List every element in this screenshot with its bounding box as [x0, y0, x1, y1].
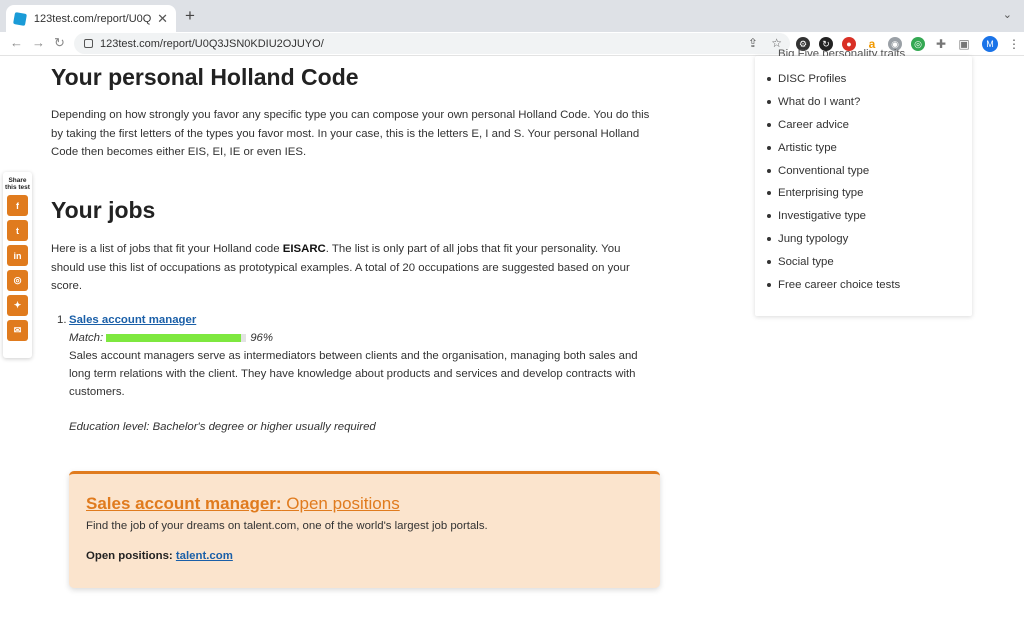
holland-code-value: EISARC: [282, 243, 326, 255]
match-bar: [106, 334, 247, 342]
sidebar-item-label: Investigative type: [778, 210, 867, 223]
sidebar-item-label: DISC Profiles: [778, 73, 847, 86]
share-linkedin-button[interactable]: in: [7, 245, 28, 266]
match-label: Match:: [69, 332, 104, 344]
linkedin-icon: in: [13, 250, 22, 261]
sidebar-item-social[interactable]: Social type: [767, 250, 900, 273]
sidebar-item-enterprising[interactable]: Enterprising type: [767, 182, 900, 205]
share-messenger-button[interactable]: ✦: [7, 295, 28, 316]
holland-code-text: Depending on how strongly you favor any …: [51, 109, 650, 158]
jobs-heading: Your jobs: [51, 197, 156, 223]
open-positions-label: Open positions:: [86, 550, 173, 562]
browser-menu-icon[interactable]: ⋮: [1008, 37, 1020, 51]
bullet-icon: [767, 100, 771, 105]
sidebar-cut-item[interactable]: Big Five personality traits: [778, 48, 905, 56]
job-list-item: 1. Sales account manager Match: 96% Sale…: [57, 311, 649, 436]
back-icon[interactable]: ←: [10, 35, 23, 50]
bullet-icon: [767, 122, 771, 127]
card-description: Find the job of your dreams on talent.co…: [86, 520, 488, 532]
sidebar-item-label: Jung typology: [778, 232, 849, 245]
match-percent: 96%: [250, 332, 273, 344]
sidebar-item-label: Social type: [778, 255, 834, 268]
jobs-intro-part1: Here is a list of jobs that fit your Hol…: [51, 243, 283, 255]
facebook-icon: f: [16, 200, 19, 211]
share-instagram-button[interactable]: ◎: [7, 270, 28, 291]
url-text: 123test.com/report/U0Q3JSN0KDIU2OJUYO/: [100, 37, 324, 50]
sidebar-item-investigative[interactable]: Investigative type: [767, 205, 900, 228]
new-tab-icon[interactable]: +: [185, 6, 195, 26]
share-sidebar: Share this test f t in ◎ ✦ ✉: [3, 172, 32, 358]
sidebar-item-label: What do I want?: [778, 96, 861, 109]
share-twitter-button[interactable]: t: [7, 220, 28, 241]
extensions-puzzle-icon[interactable]: ✚: [934, 37, 948, 51]
email-icon: ✉: [13, 325, 22, 335]
forward-icon[interactable]: →: [32, 35, 45, 50]
talent-link[interactable]: talent.com: [176, 550, 233, 562]
tab-title: 123test.com/report/U0Q3JSN: [33, 12, 152, 25]
messenger-icon: ✦: [13, 300, 22, 310]
instagram-icon: ◎: [13, 275, 22, 285]
site-favicon-icon: [13, 11, 27, 26]
sidebar-item-free-tests[interactable]: Free career choice tests: [767, 273, 900, 296]
sidebar-item-label: Career advice: [778, 118, 849, 131]
share-facebook-button[interactable]: f: [7, 195, 28, 216]
lock-icon: [84, 39, 93, 48]
education-level: Education level: Bachelor's degree or hi…: [69, 421, 376, 433]
share-label: Share this test: [5, 177, 30, 191]
close-tab-icon[interactable]: ✕: [157, 11, 168, 27]
bullet-icon: [767, 282, 771, 287]
browser-tab[interactable]: 123test.com/report/U0Q3JSN ✕: [6, 5, 176, 32]
open-positions-card: Sales account manager: Open positions Fi…: [69, 471, 660, 588]
open-positions-title-link[interactable]: Sales account manager: Open positions: [86, 494, 400, 513]
url-omnibox[interactable]: 123test.com/report/U0Q3JSN0KDIU2OJUYO/ ⇪…: [74, 33, 790, 54]
card-open-positions: Open positions: talent.com: [86, 550, 643, 562]
job-title-link[interactable]: Sales account manager: [69, 314, 196, 326]
job-number: 1.: [57, 314, 67, 326]
sidebar-item-career-advice[interactable]: Career advice: [767, 114, 900, 137]
card-title-rest: Open positions: [281, 494, 400, 513]
sidebar-item-jung[interactable]: Jung typology: [767, 228, 900, 251]
related-topics-list: DISC Profiles What do I want? Career adv…: [767, 68, 900, 296]
card-title-bold: Sales account manager:: [86, 494, 282, 513]
sidebar-item-label: Artistic type: [778, 141, 837, 154]
share-page-icon[interactable]: ⇪: [748, 36, 758, 50]
sidebar-item-label: Conventional type: [778, 164, 870, 177]
sidebar-item-artistic[interactable]: Artistic type: [767, 136, 900, 159]
sidebar-item-conventional[interactable]: Conventional type: [767, 159, 900, 182]
job-description: Sales account managers serve as intermed…: [69, 350, 638, 398]
bullet-icon: [767, 259, 771, 264]
bullet-icon: [767, 214, 771, 219]
jobs-intro: Here is a list of jobs that fit your Hol…: [51, 240, 651, 296]
bullet-icon: [767, 191, 771, 196]
sidebar-item-label: Free career choice tests: [778, 278, 901, 291]
bullet-icon: [767, 145, 771, 150]
browser-tab-bar: 123test.com/report/U0Q3JSN ✕ + ⌄: [0, 0, 1024, 32]
match-bar-fill: [106, 334, 241, 342]
job-match: Match: 96%: [69, 329, 649, 347]
side-panel-icon[interactable]: ▣: [957, 37, 971, 51]
share-email-button[interactable]: ✉: [7, 320, 28, 341]
profile-avatar[interactable]: M: [982, 36, 998, 52]
sidebar-item-what-do-i-want[interactable]: What do I want?: [767, 91, 900, 114]
bullet-icon: [767, 236, 771, 241]
related-topics-card: Big Five personality traits DISC Profile…: [755, 48, 972, 316]
twitter-icon: t: [16, 225, 19, 236]
tab-search-chevron-icon[interactable]: ⌄: [1003, 8, 1012, 21]
sidebar-item-label: Enterprising type: [778, 187, 864, 200]
holland-code-heading: Your personal Holland Code: [51, 64, 359, 90]
reload-icon[interactable]: ↻: [54, 35, 65, 51]
sidebar-item-disc[interactable]: DISC Profiles: [767, 68, 900, 91]
bullet-icon: [767, 77, 771, 82]
extension-green-icon[interactable]: ◎: [911, 37, 925, 51]
bullet-icon: [767, 168, 771, 173]
